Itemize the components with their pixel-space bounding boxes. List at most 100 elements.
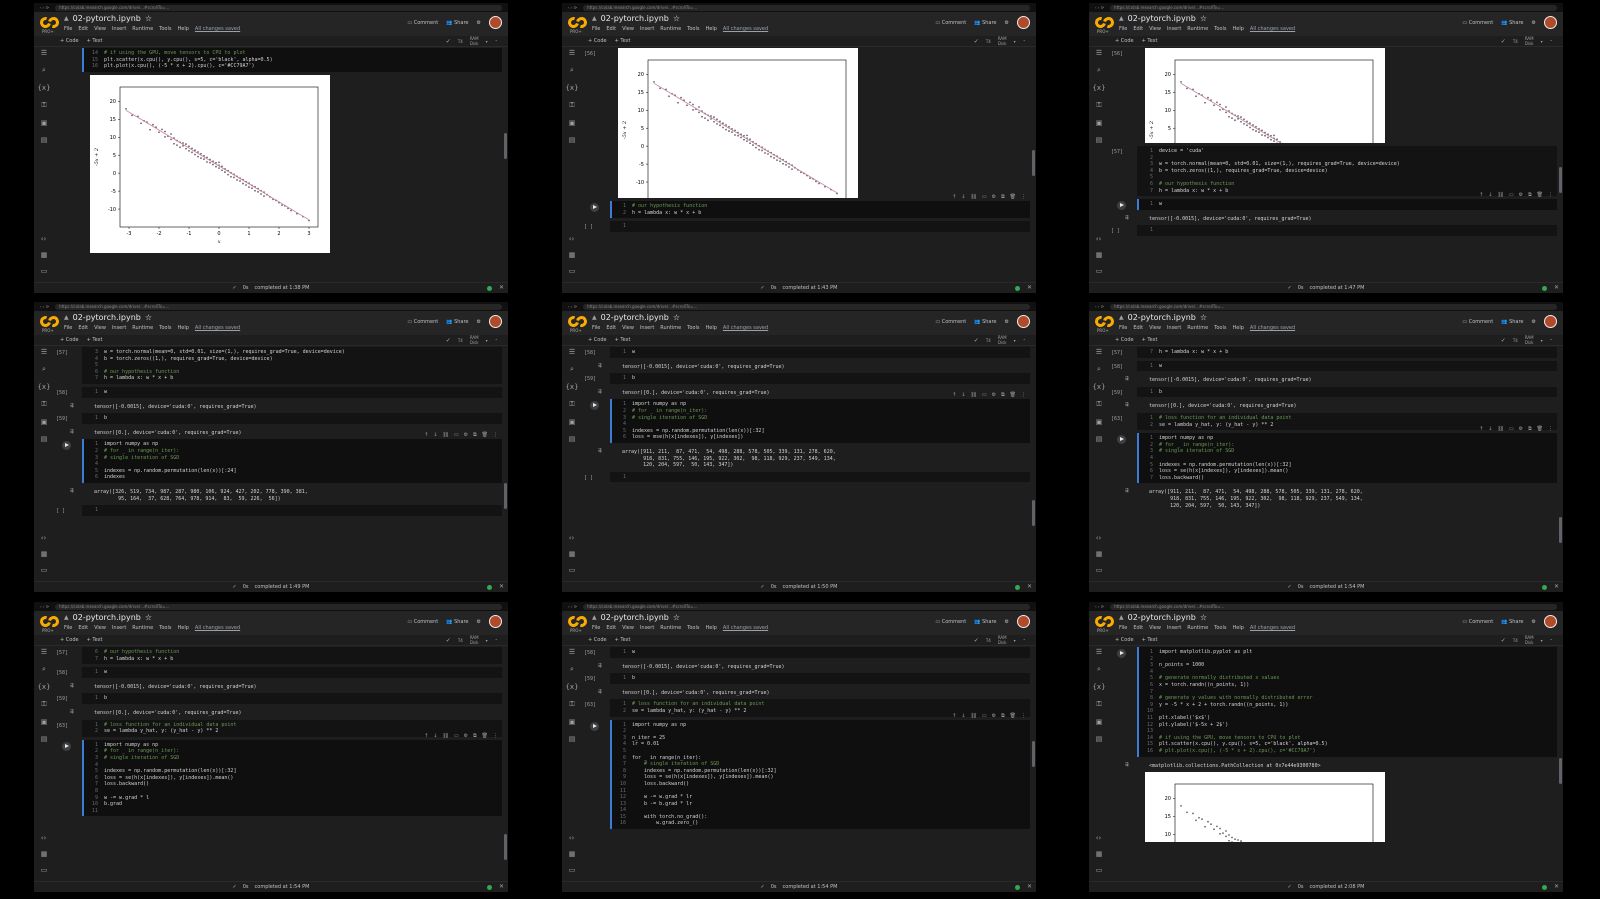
code-cell[interactable]: 1 import numpy as np 2 # for _ in range(n_i…: [56, 733, 502, 817]
runtime-dropdown-icon[interactable]: ▾: [1541, 638, 1543, 643]
comment-button[interactable]: ▭ Comment: [407, 619, 438, 625]
save-status[interactable]: All changes saved: [195, 325, 240, 331]
output-actions-icon[interactable]: ⇶: [70, 402, 74, 410]
settings-gear-icon[interactable]: ⚙: [1532, 20, 1536, 26]
menu-help[interactable]: Help: [706, 26, 717, 32]
menu-edit[interactable]: Edit: [606, 26, 616, 32]
comment-cell-icon[interactable]: ▭: [454, 733, 459, 739]
command-palette-icon[interactable]: ▦: [41, 850, 48, 858]
terminal-icon[interactable]: ▭: [569, 866, 576, 874]
menu-file[interactable]: File: [64, 625, 72, 631]
notebook-filename[interactable]: 02-pytorch.ipynb: [1128, 14, 1196, 23]
collapse-header-icon[interactable]: ⌃: [1023, 338, 1026, 343]
code-cell[interactable]: [58] 1 w: [584, 347, 1030, 358]
add-text-button[interactable]: + Text: [1142, 337, 1158, 343]
ram-disk-meter[interactable]: RAM Disk: [1525, 36, 1534, 46]
notebook-title[interactable]: ▲ 02-pytorch.ipynb ☆: [1119, 613, 1295, 622]
share-button[interactable]: 👥 Share: [446, 20, 468, 26]
completion-status[interactable]: completed at 1:38 PM: [255, 285, 310, 291]
menu-tools[interactable]: Tools: [687, 625, 699, 631]
output-actions-icon[interactable]: ⇶: [1125, 488, 1129, 495]
code-editor[interactable]: 1b: [1137, 386, 1557, 398]
code-cell[interactable]: [58] 1 w: [56, 667, 502, 678]
menu-edit[interactable]: Edit: [606, 625, 616, 631]
close-icon[interactable]: ✕: [1027, 583, 1032, 590]
code-cell[interactable]: [57] 7 h = lambda x: w * x + b: [1111, 347, 1557, 358]
menu-file[interactable]: File: [1119, 625, 1127, 631]
star-icon[interactable]: ☆: [145, 313, 152, 322]
search-icon[interactable]: ⌕: [42, 66, 46, 75]
more-icon[interactable]: ⋮: [1548, 426, 1553, 432]
notebook-filename[interactable]: 02-pytorch.ipynb: [601, 14, 669, 23]
star-icon[interactable]: ☆: [145, 613, 152, 622]
collapse-header-icon[interactable]: ⌃: [1023, 39, 1026, 44]
delete-icon[interactable]: 🗑: [482, 733, 488, 739]
cells-scrollbar[interactable]: [504, 483, 507, 509]
move-down-icon[interactable]: ↓: [961, 392, 965, 398]
more-icon[interactable]: ⋮: [493, 432, 498, 438]
code-editor[interactable]: 1: [610, 221, 1030, 232]
run-cell-button[interactable]: [1117, 435, 1126, 445]
comment-button[interactable]: ▭ Comment: [935, 619, 966, 625]
code-editor[interactable]: 3 w = torch.normal(mean=0, std=0.01, size…: [82, 347, 502, 384]
terminal-icon[interactable]: ▭: [569, 267, 576, 275]
add-text-button[interactable]: + Text: [1142, 637, 1158, 643]
menu-file[interactable]: File: [64, 26, 72, 32]
account-avatar[interactable]: [1544, 615, 1557, 628]
output-actions-icon[interactable]: ⇶: [70, 428, 74, 436]
menu-insert[interactable]: Insert: [640, 325, 654, 331]
cells-scrollbar[interactable]: [1032, 741, 1035, 767]
toc-icon[interactable]: ☰: [1096, 49, 1102, 57]
menu-help[interactable]: Help: [706, 325, 717, 331]
menu-help[interactable]: Help: [178, 325, 189, 331]
output-actions-icon[interactable]: ⇶: [70, 487, 74, 495]
settings-gear-icon[interactable]: ⚙: [1005, 20, 1009, 26]
mirror-icon[interactable]: ⧉: [1528, 426, 1532, 432]
browser-nav-icons[interactable]: ‹ › ⟳: [40, 5, 49, 10]
notebook-filename[interactable]: 02-pytorch.ipynb: [1128, 313, 1196, 322]
code-snippets-icon[interactable]: ‹›: [41, 235, 48, 243]
delete-icon[interactable]: 🗑: [482, 432, 488, 438]
output-actions-icon[interactable]: ⇶: [1125, 761, 1129, 769]
code-cell[interactable]: [57] 1 device = 'cuda' 2 3 w = torch.normal(m…: [1111, 146, 1557, 197]
code-cell[interactable]: [ ] 1: [584, 221, 1030, 232]
snippets-icon[interactable]: ▤: [41, 735, 48, 743]
move-down-icon[interactable]: ↓: [433, 733, 437, 739]
address-bar[interactable]: https://colab.research.google.com/drive/…: [583, 4, 1030, 11]
menu-edit[interactable]: Edit: [1133, 26, 1143, 32]
move-down-icon[interactable]: ↓: [1488, 192, 1492, 198]
secrets-icon[interactable]: ⚿: [1096, 400, 1101, 409]
code-cell[interactable]: 1 import numpy as np 2 # for _ in range(n_i…: [56, 432, 502, 483]
colab-logo-icon[interactable]: PRO+: [37, 613, 62, 633]
more-icon[interactable]: ⋮: [1021, 194, 1026, 200]
notebook-filename[interactable]: 02-pytorch.ipynb: [73, 14, 141, 23]
address-bar[interactable]: https://colab.research.google.com/drive/…: [55, 4, 502, 11]
code-cell[interactable]: [ ] 1: [584, 471, 1030, 483]
variables-icon[interactable]: {x}: [37, 683, 50, 691]
colab-logo-icon[interactable]: PRO+: [1092, 313, 1117, 333]
comment-cell-icon[interactable]: ▭: [982, 713, 987, 719]
star-icon[interactable]: ☆: [1200, 14, 1207, 23]
mirror-icon[interactable]: ⧉: [1001, 392, 1005, 398]
output-actions-icon[interactable]: ⇶: [1125, 376, 1129, 383]
completion-status[interactable]: completed at 1:54 PM: [255, 884, 310, 890]
close-icon[interactable]: ✕: [1554, 583, 1559, 590]
command-palette-icon[interactable]: ▦: [1096, 850, 1103, 858]
code-editor[interactable]: 1b: [82, 693, 502, 704]
search-icon[interactable]: ⌕: [42, 665, 46, 674]
save-status[interactable]: All changes saved: [1250, 325, 1295, 331]
close-icon[interactable]: ✕: [1554, 883, 1559, 890]
account-avatar[interactable]: [1017, 16, 1030, 29]
terminal-icon[interactable]: ▭: [1096, 267, 1103, 275]
terminal-icon[interactable]: ▭: [1096, 866, 1103, 874]
snippets-icon[interactable]: ▤: [41, 435, 48, 443]
search-icon[interactable]: ⌕: [570, 66, 574, 75]
runtime-type[interactable]: T4: [1513, 338, 1518, 343]
ram-disk-meter[interactable]: RAM Disk: [470, 335, 479, 345]
settings-gear-icon[interactable]: ⚙: [1532, 319, 1536, 325]
code-editor[interactable]: 1 import numpy as np 2 # for _ in range(n_i…: [1137, 433, 1557, 484]
ram-disk-meter[interactable]: RAM Disk: [998, 36, 1007, 46]
collapse-header-icon[interactable]: ⌃: [1550, 638, 1553, 643]
notebook-title[interactable]: ▲ 02-pytorch.ipynb ☆: [592, 613, 768, 622]
variables-icon[interactable]: {x}: [565, 683, 578, 691]
